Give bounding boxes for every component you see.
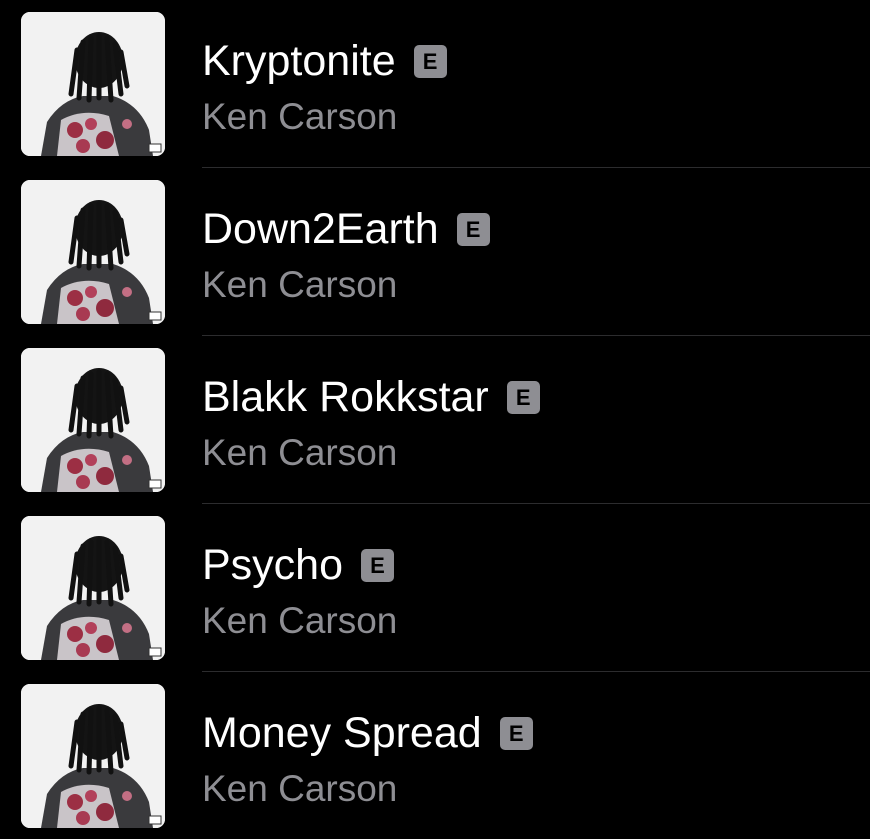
album-artwork — [21, 516, 165, 660]
song-row[interactable]: Blakk Rokkstar E Ken Carson — [0, 336, 870, 504]
title-line: Blakk Rokkstar E — [202, 372, 540, 422]
song-row[interactable]: Psycho E Ken Carson — [0, 504, 870, 672]
album-artwork — [21, 12, 165, 156]
album-art-image — [21, 684, 165, 828]
song-artist: Ken Carson — [202, 768, 398, 809]
song-title: Money Spread — [202, 709, 482, 757]
album-art-image — [21, 516, 165, 660]
song-title: Down2Earth — [202, 205, 439, 253]
song-list: Kryptonite E Ken Carson Down2Earth E Ken… — [0, 0, 870, 839]
explicit-badge: E — [506, 380, 540, 414]
song-row[interactable]: Down2Earth E Ken Carson — [0, 168, 870, 336]
song-row[interactable]: Kryptonite E Ken Carson — [0, 0, 870, 168]
explicit-badge: E — [413, 44, 447, 78]
song-artist: Ken Carson — [202, 600, 398, 641]
album-art-image — [21, 12, 165, 156]
song-row[interactable]: Money Spread E Ken Carson — [0, 672, 870, 839]
title-line: Kryptonite E — [202, 36, 447, 86]
explicit-badge: E — [499, 716, 533, 750]
explicit-badge: E — [361, 548, 395, 582]
title-line: Money Spread E — [202, 708, 533, 758]
song-title: Psycho — [202, 541, 344, 589]
album-art-image — [21, 348, 165, 492]
title-line: Psycho E — [202, 540, 395, 590]
album-artwork — [21, 348, 165, 492]
title-line: Down2Earth E — [202, 204, 490, 254]
song-title: Blakk Rokkstar — [202, 373, 489, 421]
song-artist: Ken Carson — [202, 96, 398, 137]
song-artist: Ken Carson — [202, 264, 398, 305]
album-art-image — [21, 180, 165, 324]
album-artwork — [21, 684, 165, 828]
album-artwork — [21, 180, 165, 324]
explicit-badge: E — [456, 212, 490, 246]
song-title: Kryptonite — [202, 37, 396, 85]
song-artist: Ken Carson — [202, 432, 398, 473]
